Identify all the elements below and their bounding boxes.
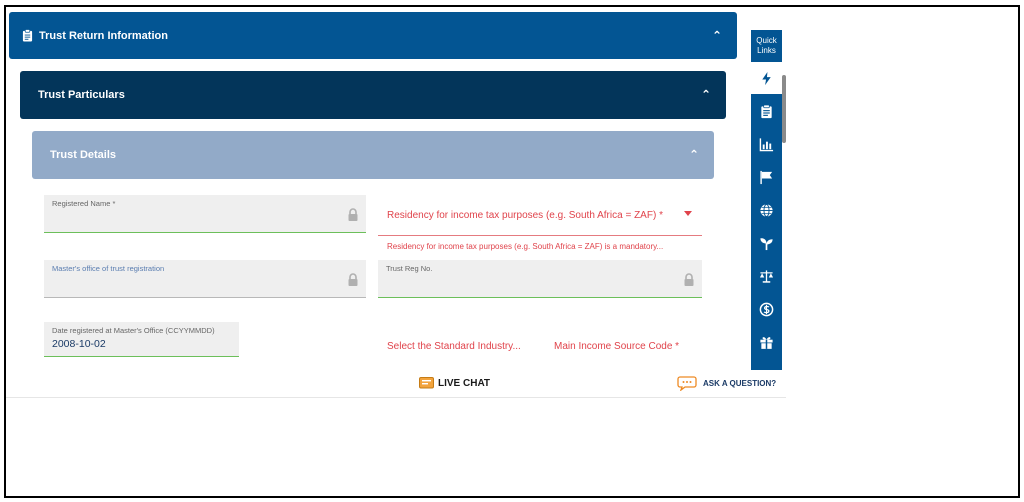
- ask-question-label: ASK A QUESTION?: [703, 379, 777, 388]
- lock-icon: [684, 273, 694, 286]
- scales-icon: [759, 269, 774, 283]
- globe-icon: [760, 203, 773, 217]
- field-label: Registered Name *: [52, 199, 116, 208]
- lightning-icon: [762, 71, 771, 85]
- gift-icon: [760, 336, 773, 349]
- field-label: Master's office of trust registration: [52, 264, 165, 273]
- masters-office-field[interactable]: Master's office of trust registration: [44, 260, 366, 298]
- chevron-up-icon[interactable]: ⌃: [701, 87, 711, 101]
- trust-particulars-panel-header[interactable]: Trust Particulars ⌃: [20, 71, 726, 119]
- scrollbar-thumb[interactable]: [782, 75, 786, 143]
- speech-bubble-icon: [677, 376, 697, 391]
- date-registered-field[interactable]: Date registered at Master's Office (CCYY…: [44, 322, 239, 357]
- quick-link-button[interactable]: [751, 95, 782, 127]
- quick-link-button[interactable]: [751, 62, 782, 94]
- standard-industry-select[interactable]: Select the Standard Industry...: [387, 341, 521, 352]
- panel-title: Trust Particulars: [38, 89, 125, 101]
- bottom-bar: LIVE CHAT ASK A QUESTION?: [6, 370, 786, 398]
- caret-down-icon[interactable]: [684, 211, 692, 216]
- registered-name-field[interactable]: Registered Name *: [44, 195, 366, 233]
- residency-label: Residency for income tax purposes (e.g. …: [387, 210, 663, 221]
- field-label: Trust Reg No.: [386, 264, 433, 273]
- sprout-icon: [760, 237, 773, 250]
- quick-link-button[interactable]: [751, 326, 782, 358]
- bar-chart-icon: [759, 137, 774, 151]
- live-chat-label: LIVE CHAT: [438, 377, 491, 389]
- live-chat-button[interactable]: LIVE CHAT: [419, 377, 490, 389]
- trust-reg-no-field[interactable]: Trust Reg No.: [378, 260, 702, 298]
- main-income-source-select[interactable]: Main Income Source Code *: [554, 341, 679, 352]
- clipboard-icon: [761, 104, 772, 118]
- quick-link-button[interactable]: [751, 293, 782, 325]
- flag-icon: [760, 170, 773, 184]
- clipboard-icon: [22, 29, 33, 42]
- quick-link-button[interactable]: [751, 260, 782, 292]
- residency-error-message: Residency for income tax purposes (e.g. …: [387, 242, 664, 251]
- quick-link-button[interactable]: [751, 128, 782, 160]
- quick-links-header: Quick Links: [751, 30, 782, 62]
- quick-link-button[interactable]: [751, 227, 782, 259]
- field-label: Date registered at Master's Office (CCYY…: [52, 326, 215, 335]
- quick-links-bar: [751, 62, 782, 370]
- panel-title: Trust Details: [50, 149, 117, 161]
- residency-select[interactable]: Residency for income tax purposes (e.g. …: [378, 200, 702, 236]
- panel-title: Trust Return Information: [39, 29, 168, 42]
- chevron-up-icon[interactable]: ⌃: [712, 28, 722, 42]
- chevron-up-icon[interactable]: ⌃: [689, 147, 699, 161]
- ask-question-button[interactable]: ASK A QUESTION?: [677, 376, 776, 391]
- lock-icon: [348, 273, 358, 286]
- quick-link-button[interactable]: [751, 194, 782, 226]
- trust-return-info-panel-header[interactable]: Trust Return Information ⌃: [9, 12, 737, 59]
- trust-details-panel-header[interactable]: Trust Details ⌃: [32, 131, 714, 179]
- lock-icon: [348, 208, 358, 221]
- form-viewport: Trust Return Information ⌃ Trust Particu…: [6, 7, 786, 370]
- quick-link-button[interactable]: [751, 161, 782, 193]
- chat-icon: [419, 377, 434, 389]
- field-value: 2008-10-02: [52, 338, 106, 350]
- currency-icon: [759, 302, 774, 316]
